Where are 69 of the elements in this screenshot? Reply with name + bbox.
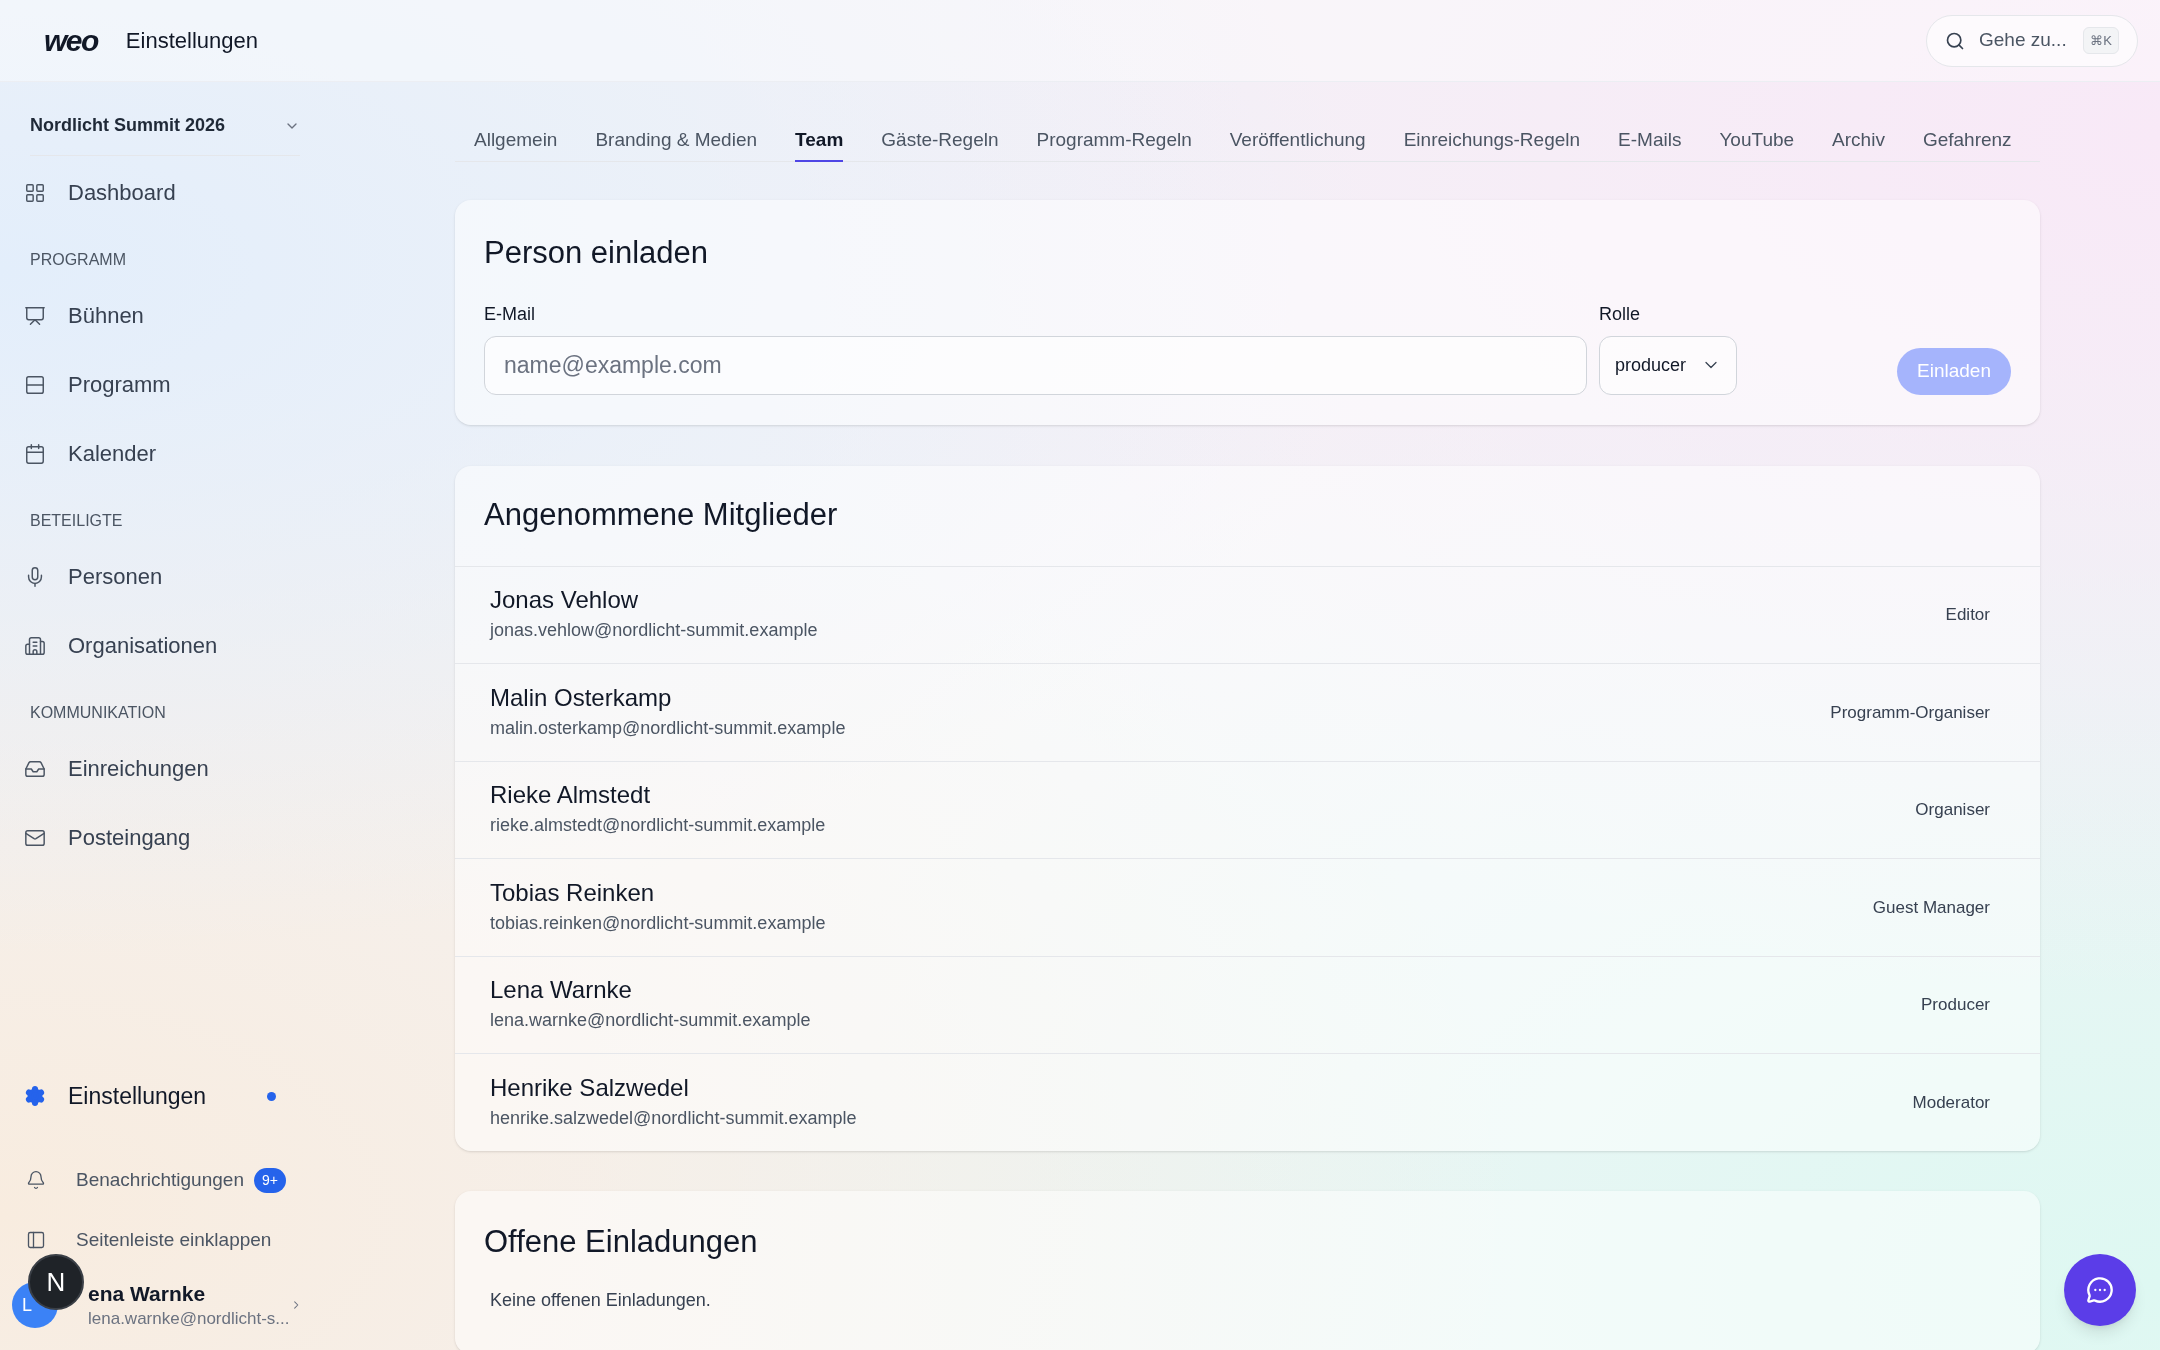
- tab[interactable]: Gäste-Regeln: [881, 120, 999, 162]
- member-email: malin.osterkamp@nordlicht-summit.example: [490, 716, 846, 740]
- project-selector[interactable]: Nordlicht Summit 2026: [30, 96, 300, 156]
- search-icon: [1945, 30, 1965, 51]
- sidebar-item[interactable]: Organisationen: [0, 611, 330, 680]
- dev-badge[interactable]: N: [28, 1254, 84, 1310]
- member-name: Rieke Almstedt: [490, 780, 652, 811]
- sidebar-icon: [26, 1230, 46, 1250]
- tab[interactable]: Allgemein: [474, 120, 558, 162]
- tab[interactable]: Einreichungs-Regeln: [1403, 120, 1581, 162]
- member-email: rieke.almstedt@nordlicht-summit.example: [490, 814, 826, 838]
- email-input[interactable]: name@example.com: [484, 335, 1588, 395]
- member-role: Producer: [1921, 994, 1990, 1016]
- page-title: Einstellungen: [125, 27, 258, 55]
- sidebar-item[interactable]: Kalender: [0, 419, 330, 488]
- member-email: lena.warnke@nordlicht-summit.example: [490, 1009, 811, 1033]
- sidebar-item[interactable]: Personen: [0, 542, 330, 611]
- grid-icon: [24, 181, 46, 204]
- chat-button[interactable]: [2064, 1254, 2136, 1326]
- sidebar-item[interactable]: Dashboard: [0, 158, 330, 227]
- member-name: Jonas Vehlow: [490, 585, 640, 616]
- sidebar-item[interactable]: Einreichungen: [0, 734, 330, 803]
- empty-message: Keine offenen Einladungen.: [490, 1289, 712, 1312]
- user-email: lena.warnke@nordlicht-s...: [88, 1307, 290, 1329]
- section-heading: KOMMUNIKATION: [30, 703, 166, 723]
- card-title: Offene Einladungen: [484, 1222, 759, 1261]
- logo: weo: [44, 23, 98, 59]
- member-name: Lena Warnke: [490, 975, 633, 1006]
- member-role: Moderator: [1912, 1091, 1990, 1114]
- sidebar-item[interactable]: Posteingang: [0, 803, 330, 872]
- sidebar-item[interactable]: Bühnen: [0, 281, 330, 350]
- easel-icon: [24, 304, 46, 327]
- sidebar-item[interactable]: Einstellungen: [0, 1066, 330, 1126]
- role-select[interactable]: producer: [1599, 335, 1738, 395]
- notifications-link[interactable]: Benachrichtigungen 9+: [0, 1150, 330, 1210]
- tab[interactable]: Archiv: [1832, 120, 1885, 162]
- member-role: Programm-Organiser: [1830, 701, 1990, 724]
- building-icon: [24, 634, 46, 657]
- sidebar-item[interactable]: Programm: [0, 350, 330, 419]
- tab[interactable]: Programm-Regeln: [1036, 120, 1192, 162]
- field-label: Rolle: [1599, 302, 1642, 326]
- calendar-icon: [24, 442, 46, 465]
- tab[interactable]: YouTube: [1719, 120, 1795, 162]
- section-heading: PROGRAMM: [30, 250, 126, 270]
- member-email: henrike.salzwedel@nordlicht-summit.example: [490, 1106, 857, 1130]
- search-field[interactable]: Gehe zu... ⌘K: [1926, 14, 2138, 67]
- tab[interactable]: E-Mails: [1618, 120, 1682, 162]
- member-name: Malin Osterkamp: [490, 682, 673, 713]
- card-title: Angenommene Mitglieder: [483, 496, 839, 535]
- shortcut-key: ⌘K: [2083, 26, 2119, 55]
- member-email: jonas.vehlow@nordlicht-summit.example: [490, 619, 818, 643]
- user-name: ena Warnke: [88, 1281, 207, 1308]
- bell-icon: [26, 1170, 46, 1190]
- member-name: Henrike Salzwedel: [490, 1072, 690, 1103]
- field-label: E-Mail: [484, 302, 536, 326]
- tab[interactable]: Gefahrenz: [1922, 120, 2012, 162]
- rows-icon: [24, 373, 46, 396]
- member-name: Tobias Reinken: [490, 877, 656, 908]
- count-badge: 9+: [254, 1167, 286, 1193]
- chat-icon: [2086, 1276, 2114, 1304]
- member-role: Editor: [1945, 604, 1990, 626]
- section-heading: BETEILIGTE: [30, 511, 123, 531]
- tab[interactable]: Branding & Medien: [595, 120, 758, 162]
- tab[interactable]: Team: [795, 120, 844, 162]
- member-role: Organiser: [1915, 799, 1990, 821]
- card-title: Person einladen: [484, 234, 710, 272]
- member-email: tobias.reinken@nordlicht-summit.example: [490, 911, 826, 935]
- tab[interactable]: Veröffentlichung: [1229, 120, 1366, 162]
- member-role: Guest Manager: [1872, 896, 1990, 919]
